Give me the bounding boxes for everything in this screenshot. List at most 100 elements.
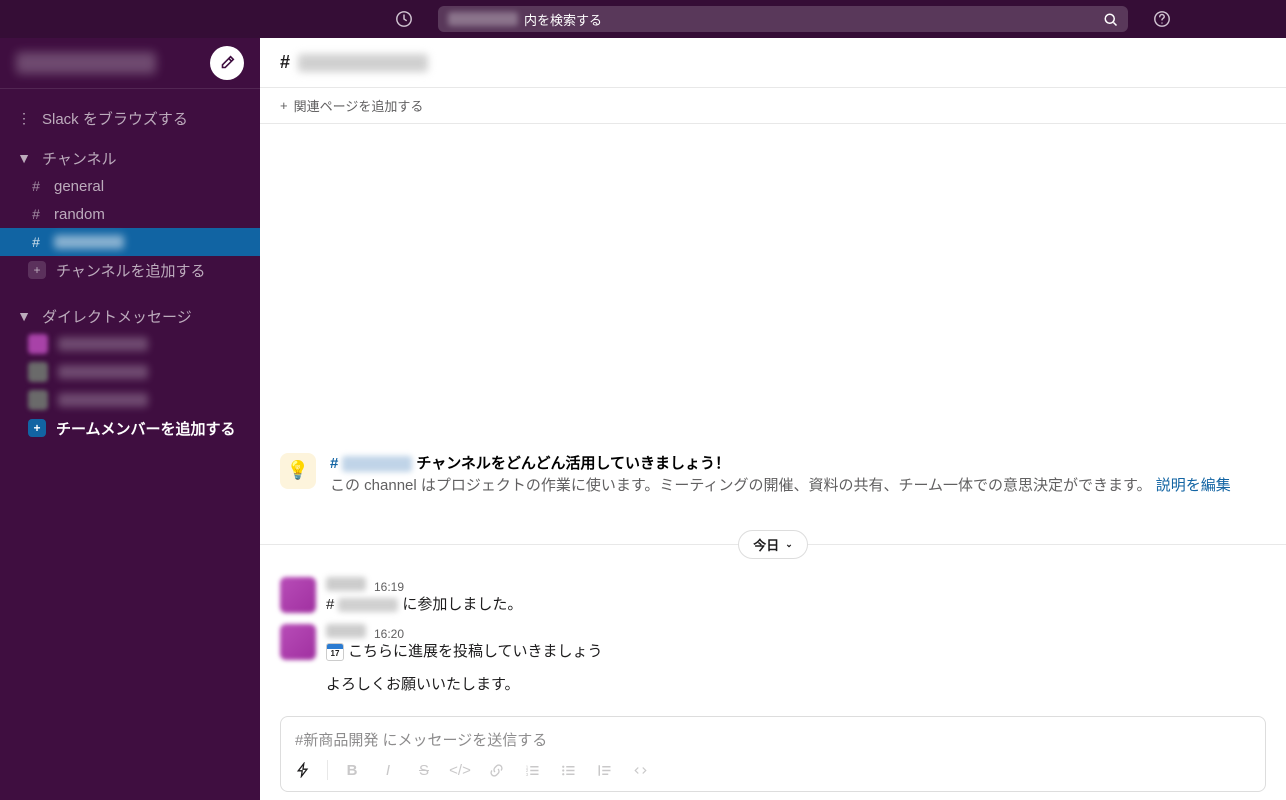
message-time: 16:20	[374, 627, 404, 641]
channel-header: #	[260, 38, 1286, 88]
message-composer: #新商品開発 にメッセージを送信する B I S </> 123	[280, 716, 1266, 792]
clock-icon	[395, 10, 413, 28]
code-icon: </>	[449, 762, 471, 779]
blockquote-icon	[597, 763, 612, 778]
dm-item[interactable]	[0, 386, 260, 414]
channel-general[interactable]: # general	[0, 172, 260, 200]
composer-placeholder: #新商品開発 にメッセージを送信する	[295, 729, 547, 750]
add-page-label: 関連ページを追加する	[294, 96, 424, 115]
avatar-redacted	[28, 334, 48, 354]
hash-icon: #	[280, 52, 290, 73]
channels-header-label: チャンネル	[42, 148, 117, 169]
browse-label: Slack をブラウズする	[42, 108, 188, 129]
compose-button[interactable]	[210, 46, 244, 80]
hash-icon: #	[326, 594, 334, 617]
bullet-list-button[interactable]	[552, 755, 584, 785]
code-block-icon	[633, 763, 648, 778]
caret-down-icon: ▼	[16, 308, 32, 324]
channels-header[interactable]: ▼ チャンネル	[0, 144, 260, 172]
dm-item[interactable]	[0, 358, 260, 386]
topbar: 内を検索する	[0, 0, 1286, 38]
plus-icon: +	[28, 419, 46, 437]
help-button[interactable]	[1148, 5, 1176, 33]
link-icon	[489, 763, 504, 778]
shortcuts-button[interactable]	[287, 755, 319, 785]
caret-down-icon: ▼	[16, 150, 32, 166]
message: 16:19 # に参加しました。	[260, 573, 1286, 621]
strikethrough-icon: S	[419, 762, 429, 779]
messages-scroll[interactable]: 💡 # チャンネルをどんどん活用していきましょう！ この channel はプロ…	[260, 124, 1286, 712]
workspace-name-redacted	[448, 12, 518, 26]
username-redacted	[326, 624, 366, 638]
date-divider: 今日 ⌄	[260, 530, 1286, 559]
content-pane: # + 関連ページを追加する 💡 # チャンネルをどんどん活用していきましょう！	[260, 38, 1286, 800]
message-text: に参加しました。	[402, 594, 522, 617]
avatar-redacted	[28, 362, 48, 382]
add-related-page-button[interactable]: + 関連ページを追加する	[260, 88, 1286, 124]
add-member-row[interactable]: + チームメンバーを追加する	[0, 414, 260, 442]
message-time: 16:19	[374, 580, 404, 594]
help-icon	[1153, 10, 1171, 28]
message-continued: よろしくお願いいたします。	[260, 668, 1286, 701]
message-text: よろしくお願いいたします。	[326, 674, 520, 697]
browse-slack-row[interactable]: ⋮ Slack をブラウズする	[0, 104, 260, 132]
message: 16:20 17 こちらに進展を投稿していきましょう	[260, 620, 1286, 668]
more-vertical-icon: ⋮	[16, 110, 32, 127]
workspace-header[interactable]	[0, 38, 260, 88]
avatar-redacted	[280, 577, 316, 613]
plus-icon: +	[280, 98, 288, 113]
hash-icon: #	[330, 453, 338, 476]
dm-name-redacted	[58, 393, 148, 407]
search-suffix-text: 内を検索する	[524, 10, 602, 29]
search-input[interactable]: 内を検索する	[438, 6, 1128, 32]
dm-item[interactable]	[0, 330, 260, 358]
date-label: 今日	[753, 535, 779, 554]
avatar-redacted	[280, 624, 316, 660]
bullet-list-icon	[561, 763, 576, 778]
code-button[interactable]: </>	[444, 755, 476, 785]
dm-header-label: ダイレクトメッセージ	[42, 306, 192, 327]
hash-icon: #	[28, 206, 44, 222]
workspace-name-redacted	[16, 52, 156, 74]
add-channel-row[interactable]: + チャンネルを追加する	[0, 256, 260, 284]
italic-button[interactable]: I	[372, 755, 404, 785]
message-text: こちらに進展を投稿していきましょう	[348, 641, 603, 664]
bold-icon: B	[347, 762, 358, 779]
dm-name-redacted	[58, 365, 148, 379]
blockquote-button[interactable]	[588, 755, 620, 785]
compose-icon	[218, 54, 236, 72]
ordered-list-button[interactable]: 123	[516, 755, 548, 785]
channel-name-redacted	[338, 598, 398, 612]
dm-header[interactable]: ▼ ダイレクトメッセージ	[0, 302, 260, 330]
svg-text:3: 3	[525, 771, 528, 776]
channel-intro: 💡 # チャンネルをどんどん活用していきましょう！ この channel はプロ…	[260, 445, 1286, 522]
channel-random[interactable]: # random	[0, 200, 260, 228]
ordered-list-icon: 123	[525, 763, 540, 778]
add-member-label: チームメンバーを追加する	[56, 418, 236, 439]
hash-icon: #	[28, 178, 44, 194]
code-block-button[interactable]	[624, 755, 656, 785]
calendar-emoji: 17	[326, 643, 344, 661]
sidebar: ⋮ Slack をブラウズする ▼ チャンネル # general # rand…	[0, 38, 260, 800]
edit-description-link[interactable]: 説明を編集	[1156, 477, 1231, 494]
link-button[interactable]	[480, 755, 512, 785]
dm-name-redacted	[58, 337, 148, 351]
composer-input[interactable]: #新商品開発 にメッセージを送信する	[281, 717, 1265, 751]
history-button[interactable]	[390, 5, 418, 33]
bold-button[interactable]: B	[336, 755, 368, 785]
hash-icon: #	[28, 234, 44, 250]
strikethrough-button[interactable]: S	[408, 755, 440, 785]
channel-active[interactable]: #	[0, 228, 260, 256]
italic-icon: I	[386, 762, 390, 779]
channel-name-redacted	[54, 235, 124, 249]
add-channel-label: チャンネルを追加する	[56, 260, 206, 281]
date-pill[interactable]: 今日 ⌄	[738, 530, 808, 559]
username-redacted	[326, 577, 366, 591]
channel-name-redacted	[342, 456, 412, 472]
composer-toolbar: B I S </> 123	[281, 751, 1265, 791]
lightbulb-icon: 💡	[280, 453, 316, 489]
chevron-down-icon: ⌄	[785, 539, 793, 550]
avatar-redacted	[28, 390, 48, 410]
channel-label: random	[54, 206, 105, 223]
lightning-icon	[295, 762, 311, 778]
